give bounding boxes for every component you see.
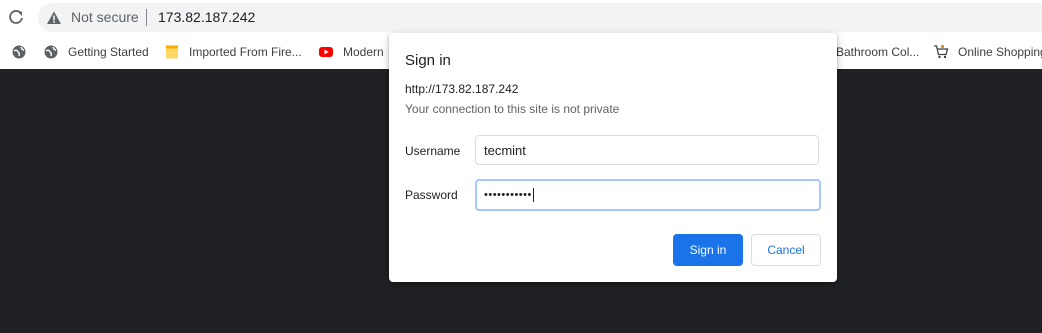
bookmark-label: Modern [343, 45, 384, 59]
bookmark-label: Online Shopping [958, 45, 1042, 59]
folder-icon [164, 44, 180, 60]
reload-icon[interactable] [6, 8, 26, 28]
globe-icon [11, 44, 27, 60]
username-label: Username [405, 144, 461, 158]
url-text[interactable]: 173.82.187.242 [158, 9, 255, 26]
bookmark-online-shopping[interactable]: Online Shopping [933, 42, 1042, 62]
sign-in-button[interactable]: Sign in [673, 234, 743, 266]
security-status[interactable]: Not secure [71, 9, 139, 26]
address-bar[interactable]: Not secure 173.82.187.242 [38, 3, 1042, 32]
warning-icon[interactable] [46, 10, 62, 26]
globe-icon [43, 44, 59, 60]
browser-toolbar: Not secure 173.82.187.242 [0, 0, 1042, 36]
bookmark-getting-started[interactable]: Getting Started [43, 42, 149, 62]
username-field[interactable] [475, 135, 819, 165]
sign-in-dialog: Sign in http://173.82.187.242 Your conne… [389, 33, 837, 282]
password-field[interactable]: ••••••••••• [475, 179, 821, 211]
password-label: Password [405, 188, 458, 202]
bookmark-imported-folder[interactable]: Imported From Fire... [164, 42, 302, 62]
bookmark-bathroom[interactable]: Bathroom Col... [836, 42, 919, 62]
shopping-cart-icon [933, 44, 949, 60]
bookmark-apps[interactable] [11, 42, 36, 62]
text-cursor [532, 188, 534, 202]
youtube-icon [318, 44, 334, 60]
password-mask: ••••••••••• [484, 189, 532, 201]
bookmark-label: Imported From Fire... [189, 45, 302, 59]
dialog-warning-message: Your connection to this site is not priv… [405, 102, 620, 116]
dialog-title: Sign in [405, 52, 451, 69]
address-separator [146, 9, 147, 26]
dialog-origin: http://173.82.187.242 [405, 82, 519, 96]
bookmark-label: Bathroom Col... [836, 45, 920, 59]
cancel-button[interactable]: Cancel [751, 234, 821, 266]
bookmark-label: Getting Started [68, 45, 149, 59]
bookmark-modern[interactable]: Modern [318, 42, 384, 62]
